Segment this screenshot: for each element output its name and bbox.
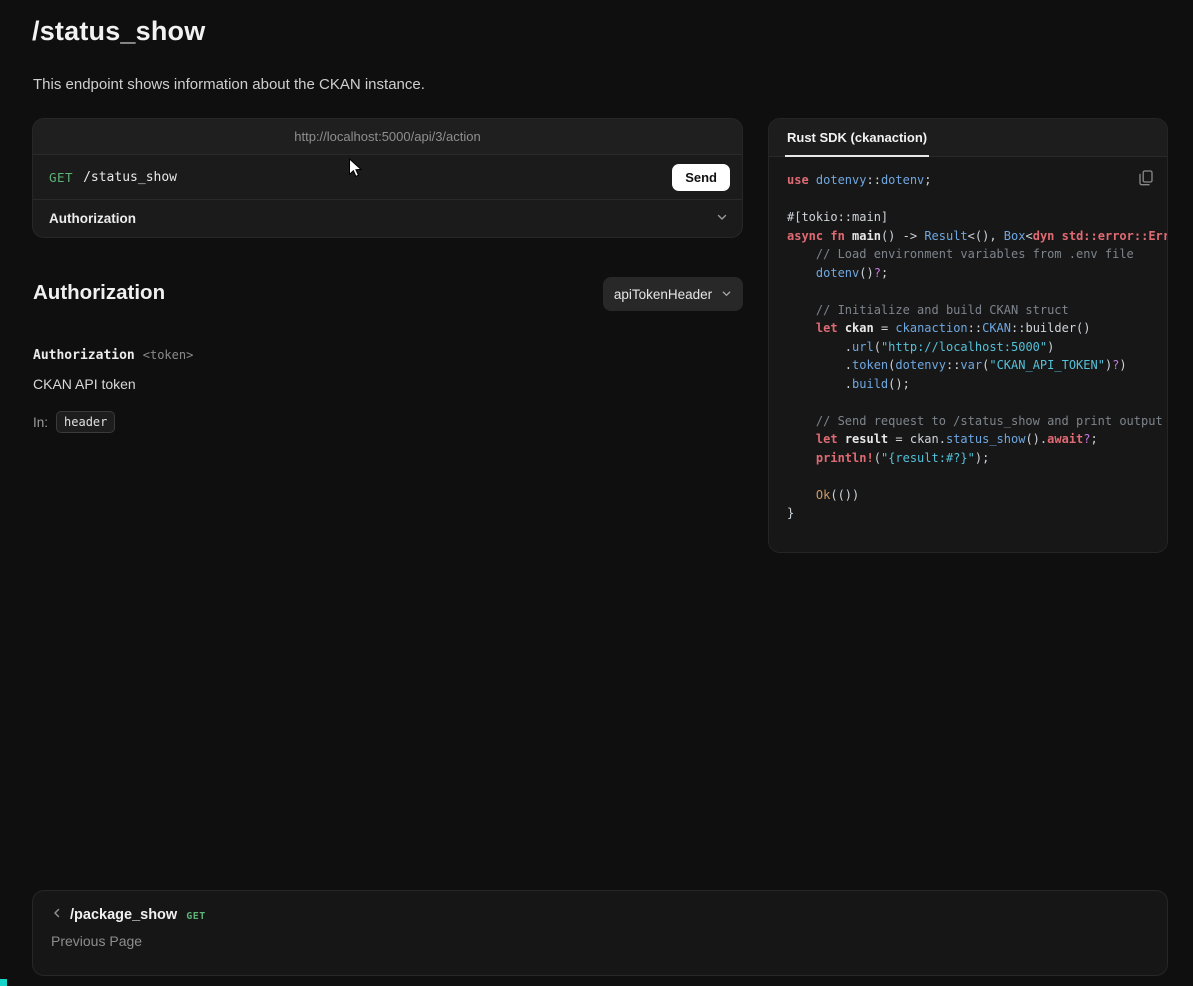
- code-panel-tabs: Rust SDK (ckanaction): [769, 119, 1167, 157]
- previous-page-method: GET: [186, 908, 206, 922]
- request-path: /status_show: [83, 170, 662, 185]
- page-title: /status_show: [32, 16, 205, 47]
- corner-accent: [0, 979, 7, 986]
- previous-page-card[interactable]: /package_show GET Previous Page: [32, 890, 1168, 976]
- param-in-label: In:: [33, 415, 48, 430]
- base-url: http://localhost:5000/api/3/action: [294, 129, 480, 144]
- api-reference-page: /status_show This endpoint shows informa…: [0, 0, 1193, 986]
- request-row: GET /status_show Send: [33, 155, 742, 200]
- base-url-bar[interactable]: http://localhost:5000/api/3/action: [33, 119, 742, 155]
- previous-page-title: /package_show: [70, 907, 177, 923]
- chevron-left-icon: [51, 906, 63, 924]
- send-button[interactable]: Send: [672, 164, 730, 191]
- authorization-accordion-label: Authorization: [49, 211, 136, 226]
- param-description: CKAN API token: [33, 376, 136, 392]
- http-method-badge: GET: [49, 170, 73, 185]
- param-in-badge: header: [56, 411, 115, 433]
- authorization-accordion[interactable]: Authorization: [33, 200, 742, 237]
- auth-scheme-select[interactable]: apiTokenHeader: [603, 277, 743, 311]
- previous-page-row: /package_show GET: [51, 906, 1149, 924]
- chevron-down-icon: [716, 210, 728, 228]
- code-block: use dotenvy::dotenv; #[tokio::main]async…: [769, 157, 1167, 523]
- param-in-row: In: header: [33, 411, 115, 433]
- code-example-panel: Rust SDK (ckanaction) use dotenvy::doten…: [768, 118, 1168, 553]
- auth-parameter-row: Authorization <token>: [33, 346, 193, 364]
- chevron-down-icon: [721, 287, 732, 302]
- authorization-heading: Authorization: [33, 281, 165, 305]
- code-body: use dotenvy::dotenv; #[tokio::main]async…: [769, 157, 1167, 552]
- request-card: http://localhost:5000/api/3/action GET /…: [32, 118, 743, 238]
- copy-icon[interactable]: [1137, 168, 1155, 188]
- tab-rust-sdk[interactable]: Rust SDK (ckanaction): [785, 119, 929, 157]
- page-description: This endpoint shows information about th…: [33, 76, 425, 93]
- param-name: Authorization: [33, 348, 135, 363]
- auth-scheme-value: apiTokenHeader: [614, 287, 712, 302]
- previous-page-label: Previous Page: [51, 933, 1149, 949]
- param-type-hint: <token>: [143, 348, 194, 362]
